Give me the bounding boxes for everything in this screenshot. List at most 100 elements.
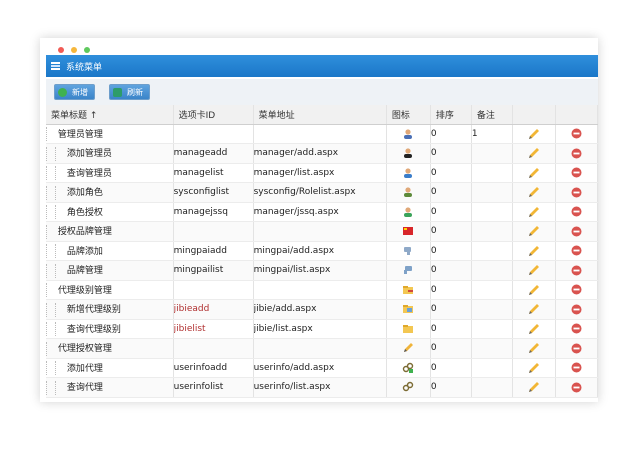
- table-row[interactable]: 代理级别管理 0: [46, 280, 598, 300]
- sort-arrow-icon[interactable]: ↑: [90, 111, 98, 121]
- table-row[interactable]: 代理授权管理 0: [46, 338, 598, 359]
- cell-url: userinfo/add.aspx: [253, 358, 387, 378]
- table-row[interactable]: 添加代理 userinfoadd userinfo/add.aspx 0: [46, 358, 598, 378]
- cell-title: 代理授权管理: [46, 338, 174, 359]
- edit-icon[interactable]: [528, 167, 540, 178]
- delete-cell: [555, 299, 598, 320]
- cell-title: 管理员管理: [46, 124, 174, 144]
- table-row[interactable]: 新增代理级别 jibieadd jibie/add.aspx 0: [46, 299, 598, 320]
- cell-note: [471, 299, 513, 320]
- edit-icon[interactable]: [528, 245, 540, 256]
- col-header-title[interactable]: 菜单标题 ↑: [46, 105, 174, 125]
- cell-icon: [386, 299, 431, 320]
- edit-icon[interactable]: [528, 362, 540, 373]
- table-row[interactable]: 查询代理 userinfolist userinfo/list.aspx 0: [46, 377, 598, 398]
- col-header-sort[interactable]: 排序: [430, 105, 472, 125]
- cell-sort: 0: [430, 338, 472, 359]
- delete-cell: [555, 260, 598, 281]
- col-header-icon[interactable]: 图标: [386, 105, 431, 125]
- minimize-dot-icon[interactable]: [71, 47, 77, 53]
- edit-icon[interactable]: [528, 226, 540, 237]
- edit-icon[interactable]: [528, 304, 540, 315]
- table-row[interactable]: 查询管理员 managelist manager/list.aspx 0: [46, 163, 598, 183]
- delete-icon[interactable]: [571, 167, 582, 178]
- cell-note: [471, 143, 513, 164]
- cell-tab-id: manageadd: [173, 143, 254, 164]
- edit-icon[interactable]: [528, 206, 540, 217]
- delete-icon[interactable]: [571, 226, 582, 237]
- cell-tab-id: [173, 124, 254, 144]
- tree-line: [55, 166, 64, 180]
- delete-icon[interactable]: [571, 343, 582, 354]
- edit-cell: [512, 202, 556, 222]
- edit-icon[interactable]: [528, 265, 540, 276]
- table-row[interactable]: 添加角色 sysconfiglist sysconfig/Rolelist.aspx…: [46, 182, 598, 203]
- cell-note: [471, 377, 513, 398]
- edit-icon[interactable]: [528, 284, 540, 295]
- delete-icon[interactable]: [571, 206, 582, 217]
- cell-sort: 0: [430, 143, 472, 164]
- cell-url: [253, 338, 387, 359]
- delete-icon[interactable]: [571, 128, 582, 139]
- edit-icon[interactable]: [528, 323, 540, 334]
- maximize-dot-icon[interactable]: [84, 47, 90, 53]
- col-header-delete: [555, 105, 598, 125]
- thumb-icon: [402, 266, 414, 276]
- table-row[interactable]: 品牌管理 mingpailist mingpai/list.aspx 0: [46, 260, 598, 281]
- toolbar: 新增 刷新: [46, 79, 598, 106]
- cell-icon: [386, 358, 431, 378]
- cell-url: mingpai/list.aspx: [253, 260, 387, 281]
- col-header-url[interactable]: 菜单地址: [253, 105, 387, 125]
- folder-open-icon: [402, 324, 414, 334]
- table-row[interactable]: 授权品牌管理 0: [46, 221, 598, 242]
- cell-tab-id: mingpailist: [173, 260, 254, 281]
- table-row[interactable]: 管理员管理 0 1: [46, 124, 598, 144]
- add-button[interactable]: 新增: [54, 84, 95, 100]
- cell-title: 代理级别管理: [46, 280, 174, 300]
- table-row[interactable]: 添加管理员 manageadd manager/add.aspx 0: [46, 143, 598, 164]
- tree-line: [55, 205, 64, 219]
- delete-icon[interactable]: [571, 362, 582, 373]
- table-row[interactable]: 查询代理级别 jibielist jibie/list.aspx 0: [46, 319, 598, 339]
- edit-icon[interactable]: [528, 382, 540, 393]
- cell-tab-id: jibielist: [173, 319, 254, 339]
- close-dot-icon[interactable]: [58, 47, 64, 53]
- cell-tab-id: userinfoadd: [173, 358, 254, 378]
- delete-icon[interactable]: [571, 148, 582, 159]
- edit-cell: [512, 260, 556, 281]
- table-row[interactable]: 角色授权 managejssq manager/jssq.aspx 0: [46, 202, 598, 222]
- cell-note: [471, 319, 513, 339]
- delete-icon[interactable]: [571, 284, 582, 295]
- tree-line: [46, 185, 55, 200]
- delete-icon[interactable]: [571, 323, 582, 334]
- delete-icon[interactable]: [571, 187, 582, 198]
- delete-icon[interactable]: [571, 265, 582, 276]
- cell-url: manager/add.aspx: [253, 143, 387, 164]
- menu-table: 菜单标题 ↑ 选项卡ID 菜单地址 图标 排序 备注 管理员管理 0 1 添加管理员…: [46, 105, 598, 398]
- col-header-tab-id[interactable]: 选项卡ID: [173, 105, 254, 125]
- edit-icon[interactable]: [528, 343, 540, 354]
- edit-cell: [512, 280, 556, 300]
- window-title: 系统菜单: [66, 63, 103, 73]
- window-controls: [58, 47, 90, 53]
- add-button-label: 新增: [72, 87, 88, 97]
- edit-icon[interactable]: [528, 128, 540, 139]
- edit-icon[interactable]: [528, 187, 540, 198]
- edit-cell: [512, 182, 556, 203]
- delete-icon[interactable]: [571, 304, 582, 315]
- cell-sort: 0: [430, 163, 472, 183]
- delete-icon[interactable]: [571, 382, 582, 393]
- cell-url: [253, 124, 387, 144]
- cell-sort: 0: [430, 299, 472, 320]
- table-row[interactable]: 品牌添加 mingpaiadd mingpai/add.aspx 0: [46, 241, 598, 261]
- flag-red-icon: [402, 227, 414, 237]
- cell-url: jibie/add.aspx: [253, 299, 387, 320]
- refresh-button[interactable]: 刷新: [109, 84, 150, 100]
- user-search-icon: [402, 168, 414, 178]
- tree-line: [46, 361, 55, 375]
- edit-icon[interactable]: [528, 148, 540, 159]
- delete-icon[interactable]: [571, 245, 582, 256]
- table-header: 菜单标题 ↑ 选项卡ID 菜单地址 图标 排序 备注: [46, 105, 598, 125]
- col-header-note[interactable]: 备注: [471, 105, 513, 125]
- col-header-edit: [512, 105, 556, 125]
